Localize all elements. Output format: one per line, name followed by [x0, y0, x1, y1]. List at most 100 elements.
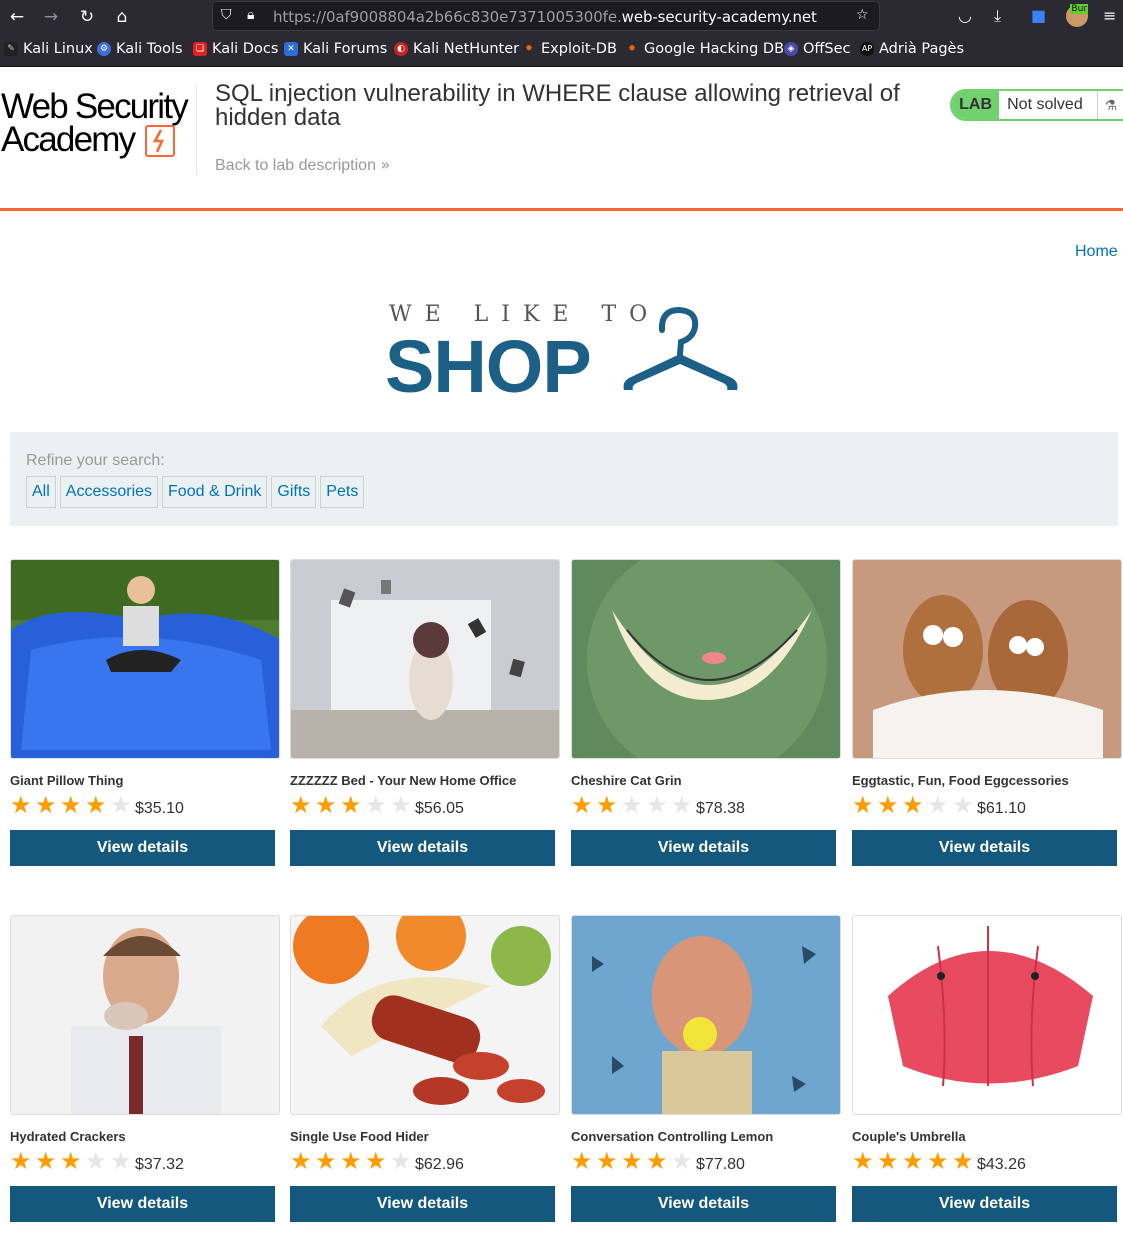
view-details-button[interactable]: View details — [290, 1186, 555, 1222]
star-icon: ★ — [10, 791, 32, 819]
star-icon: ★ — [646, 1147, 668, 1175]
bookmark-offsec[interactable]: ◈ OffSec — [784, 41, 851, 57]
star-icon: ★ — [35, 791, 57, 819]
product-price: $77.80 — [696, 1156, 745, 1173]
star-icon: ★ — [340, 791, 362, 819]
lab-title: SQL injection vulnerability in WHERE cla… — [215, 80, 900, 131]
filter-accessories[interactable]: Accessories — [59, 476, 159, 508]
product-image — [852, 559, 1122, 759]
home-icon[interactable]: ⌂ — [111, 6, 133, 28]
view-details-button[interactable]: View details — [290, 830, 555, 866]
star-empty-icon: ★ — [365, 791, 387, 819]
star-icon: ★ — [852, 791, 874, 819]
star-icon: ★ — [35, 1147, 57, 1175]
url-text[interactable]: https://0af9008804a2b66c830e7371005300fe… — [273, 8, 817, 26]
view-details-button[interactable]: View details — [10, 1186, 275, 1222]
star-icon: ★ — [315, 791, 337, 819]
back-icon[interactable]: ← — [6, 6, 28, 28]
lock-icon[interactable]: 🔒︎ — [247, 7, 254, 23]
rating-stars: ★ ★ ★ ★ ★ — [571, 1148, 696, 1174]
kali-tools-icon: ⚙ — [97, 42, 111, 56]
product-image — [571, 915, 841, 1115]
bookmark-kali-docs[interactable]: ❑ Kali Docs — [193, 41, 278, 57]
product-image — [290, 915, 560, 1115]
rating-stars: ★ ★ ★ ★ ★ — [290, 792, 415, 818]
extension-icon[interactable]: ■ — [1031, 6, 1046, 25]
view-details-button[interactable]: View details — [852, 830, 1117, 866]
product-name: Eggtastic, Fun, Food Eggcessories — [852, 773, 1069, 788]
filter-gifts[interactable]: Gifts — [271, 476, 317, 508]
kali-forums-icon: ✕ — [284, 42, 298, 56]
product-price: $43.26 — [977, 1156, 1026, 1173]
star-empty-icon: ★ — [390, 791, 412, 819]
refine-search-panel: Refine your search: All Accessories Food… — [10, 432, 1118, 526]
product-price: $37.32 — [135, 1156, 184, 1173]
home-link[interactable]: Home — [1075, 243, 1118, 261]
ap-avatar-icon: AP — [860, 42, 874, 56]
menu-icon[interactable]: ≡ — [1103, 6, 1116, 25]
star-empty-icon: ★ — [85, 1147, 107, 1175]
shop-logo-text: SHOP — [385, 325, 592, 408]
rating-stars: ★ ★ ★ ★ ★ — [10, 1148, 135, 1174]
product-name: Single Use Food Hider — [290, 1129, 429, 1144]
download-icon[interactable]: ⤓ — [994, 6, 1001, 26]
back-to-lab-description-link[interactable]: Back to lab description » — [215, 155, 390, 175]
filter-food-drink[interactable]: Food & Drink — [162, 476, 268, 508]
bookmark-google-hacking-db[interactable]: ✸ Google Hacking DB — [625, 41, 784, 57]
bookmark-kali-nethunter[interactable]: ◐ Kali NetHunter — [394, 41, 519, 57]
web-security-academy-logo[interactable]: Web Security Academy — [1, 87, 196, 159]
star-icon[interactable]: ☆ — [856, 7, 869, 23]
bookmark-label: Exploit-DB — [541, 41, 617, 57]
filter-pets[interactable]: Pets — [320, 476, 365, 508]
exploit-db-icon: ✸ — [525, 44, 533, 54]
reload-icon[interactable]: ↻ — [76, 6, 98, 28]
product-image — [571, 559, 841, 759]
address-bar[interactable]: ⛉ 🔒︎ https://0af9008804a2b66c830e7371005… — [212, 1, 880, 31]
view-details-button[interactable]: View details — [10, 830, 275, 866]
star-icon: ★ — [877, 791, 899, 819]
star-icon: ★ — [927, 1147, 949, 1175]
kali-docs-icon: ❑ — [193, 42, 207, 56]
product-name: Conversation Controlling Lemon — [571, 1129, 774, 1144]
product-price: $35.10 — [135, 800, 184, 817]
bookmark-adria-pages[interactable]: AP Adrià Pagès — [860, 41, 964, 57]
bookmark-label: Kali Linux — [23, 41, 93, 57]
product-price: $61.10 — [977, 800, 1026, 817]
star-icon: ★ — [60, 791, 82, 819]
view-details-button[interactable]: View details — [571, 830, 836, 866]
nethunter-icon: ◐ — [394, 42, 408, 56]
star-icon: ★ — [877, 1147, 899, 1175]
product-name: Couple's Umbrella — [852, 1129, 966, 1144]
bookmark-kali-linux[interactable]: ✎ Kali Linux — [4, 41, 93, 57]
forward-icon[interactable]: → — [40, 6, 62, 28]
star-icon: ★ — [902, 1147, 924, 1175]
product-image — [10, 915, 280, 1115]
pocket-icon[interactable]: ◡ — [958, 6, 972, 25]
product-name: ZZZZZZ Bed - Your New Home Office — [290, 773, 517, 788]
bookmark-exploit-db[interactable]: ✸ Exploit-DB — [522, 41, 617, 57]
bookmark-label: Kali Docs — [212, 41, 279, 57]
logo-mark-icon — [145, 125, 175, 157]
burp-icon[interactable]: Bur — [1066, 4, 1088, 27]
view-details-button[interactable]: View details — [852, 1186, 1117, 1222]
bookmark-kali-forums[interactable]: ✕ Kali Forums — [284, 41, 387, 57]
url-prefix: https://0af9008804a2b66c830e7371005300fe… — [273, 8, 622, 26]
star-icon: ★ — [621, 1147, 643, 1175]
browser-toolbar: ← → ↻ ⌂ ⛉ 🔒︎ https://0af9008804a2b66c830… — [0, 0, 1123, 33]
offsec-icon: ◈ — [784, 42, 798, 56]
star-icon: ★ — [60, 1147, 82, 1175]
rating-stars: ★ ★ ★ ★ ★ — [852, 792, 977, 818]
bookmark-kali-tools[interactable]: ⚙ Kali Tools — [97, 41, 183, 57]
star-icon: ★ — [571, 791, 593, 819]
back-link-label: Back to lab description — [215, 157, 376, 174]
star-empty-icon: ★ — [110, 1147, 132, 1175]
star-icon: ★ — [340, 1147, 362, 1175]
bookmark-label: Kali Forums — [303, 41, 388, 57]
star-empty-icon: ★ — [952, 791, 974, 819]
star-icon: ★ — [952, 1147, 974, 1175]
product-image — [852, 915, 1122, 1115]
shield-icon[interactable]: ⛉ — [221, 7, 232, 23]
star-empty-icon: ★ — [646, 791, 668, 819]
view-details-button[interactable]: View details — [571, 1186, 836, 1222]
filter-all[interactable]: All — [26, 476, 56, 508]
